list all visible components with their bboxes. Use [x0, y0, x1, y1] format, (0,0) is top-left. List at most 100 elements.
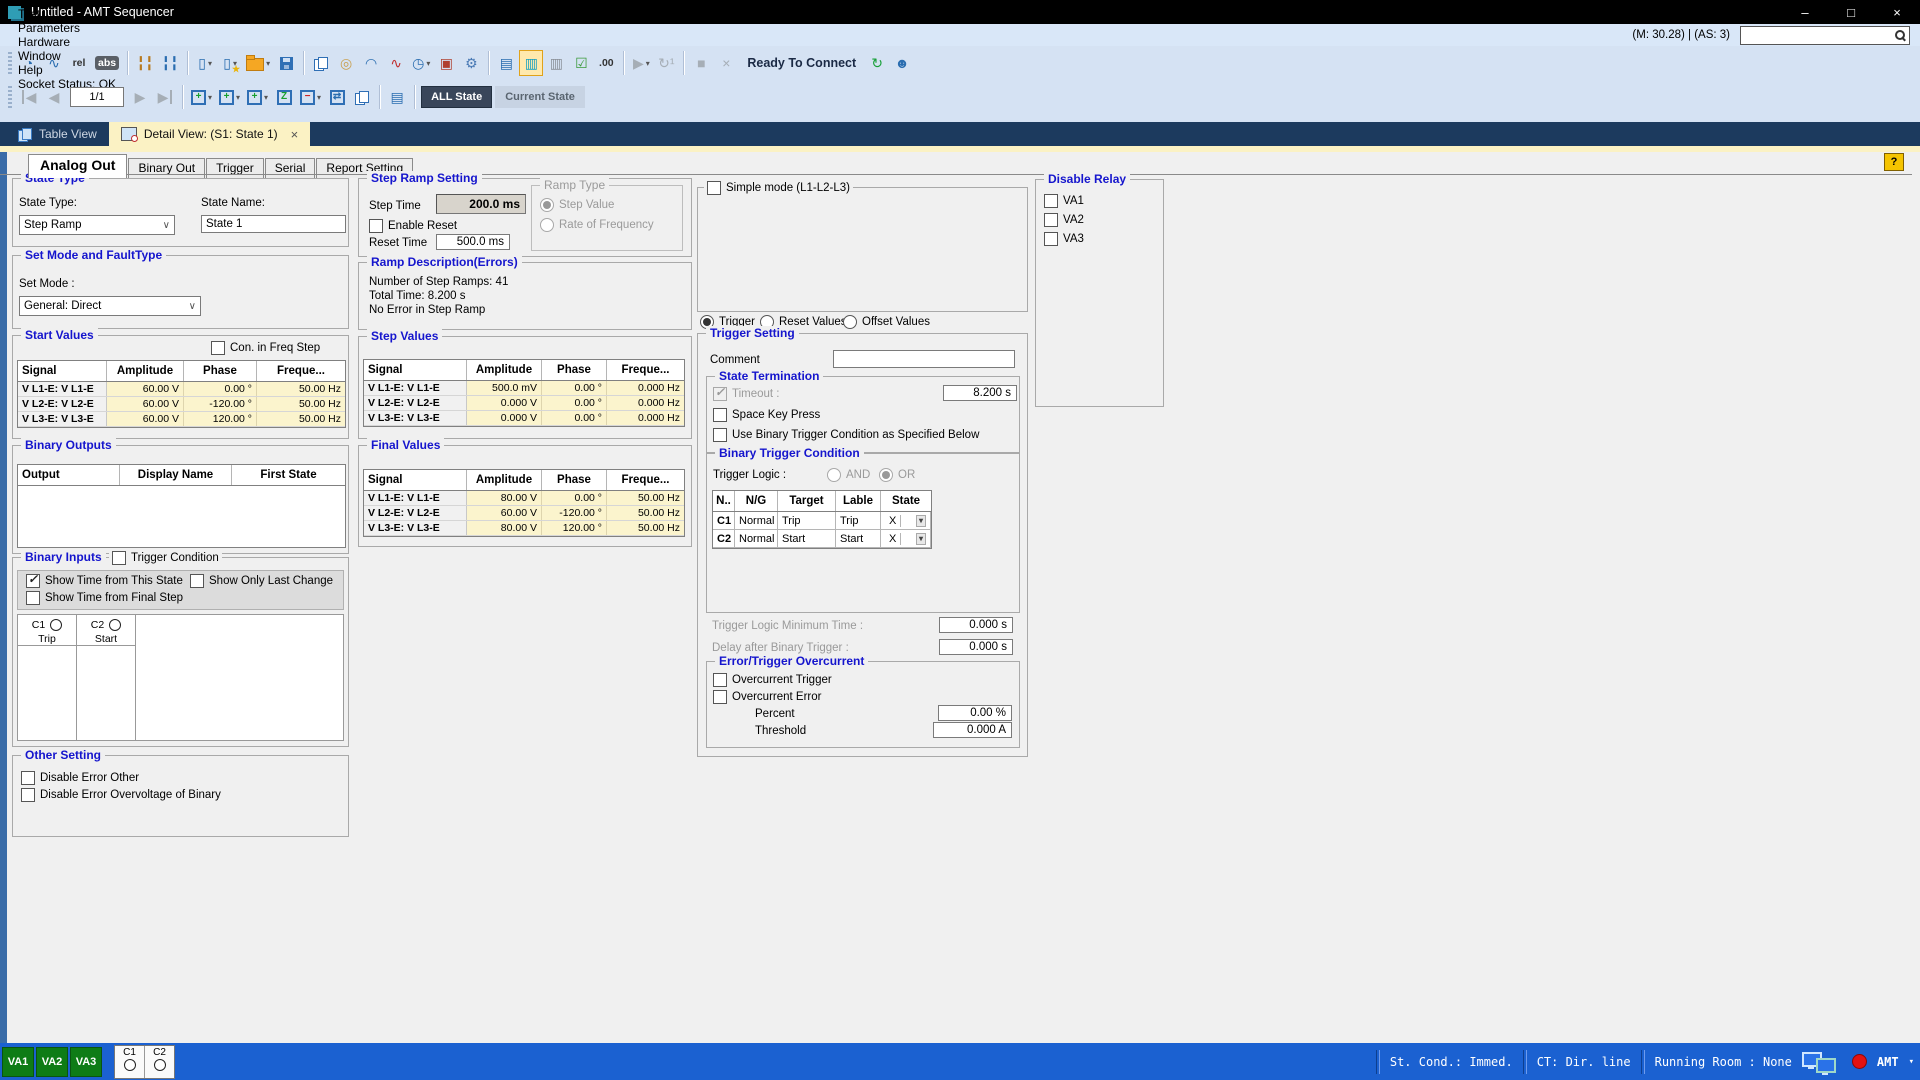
overcurrent-error-checkbox[interactable]: Overcurrent Error — [713, 690, 821, 704]
table-row[interactable]: V L2-E: V L2-E0.000 V0.00 °0.000 Hz — [364, 396, 684, 411]
state-name-input[interactable]: State 1 — [201, 215, 346, 233]
tab-binary-out[interactable]: Binary Out — [128, 158, 205, 178]
and-radio[interactable]: AND — [827, 468, 870, 482]
close-button[interactable]: × — [1874, 0, 1920, 24]
space-key-press-checkbox[interactable]: Space Key Press — [713, 408, 820, 422]
tab-analog-out[interactable]: Analog Out — [28, 154, 127, 178]
table-row[interactable]: V L1-E: V L1-E60.00 V0.00 °50.00 Hz — [18, 382, 345, 397]
abort-icon[interactable]: × — [714, 50, 738, 76]
table-row[interactable]: V L2-E: V L2-E60.00 V-120.00 °50.00 Hz — [364, 506, 684, 521]
state-type-select[interactable]: Step Ramp ∨ — [19, 215, 175, 235]
menu-item[interactable]: Parameters — [8, 21, 126, 35]
menu-item[interactable]: Test — [8, 7, 126, 21]
disable-error-overvoltage-checkbox[interactable]: Disable Error Overvoltage of Binary — [21, 788, 221, 802]
rel-button[interactable]: rel — [67, 50, 91, 76]
comment-input[interactable] — [833, 350, 1015, 368]
binary-input-channel[interactable]: C1 Trip — [18, 615, 77, 740]
menu-item[interactable]: Hardware — [8, 35, 126, 49]
timeout-field[interactable]: 8.200 s — [943, 385, 1017, 401]
check-window-icon[interactable]: ☑ — [569, 50, 593, 76]
copy-state-icon[interactable] — [350, 84, 374, 110]
search-icon[interactable] — [1894, 29, 1907, 42]
amt-status-label[interactable]: AMT — [1877, 1055, 1899, 1069]
hook-icon[interactable]: ◠ — [359, 50, 383, 76]
report-window-icon[interactable]: ▥ — [544, 50, 568, 76]
insert-state-after-icon[interactable]: +▾ — [244, 84, 271, 110]
menu-item[interactable]: View — [8, 0, 126, 7]
page-indicator[interactable]: 1/1 — [70, 87, 124, 107]
new-file-icon[interactable]: ▯▾ — [193, 50, 217, 76]
insert-state-before-icon[interactable]: +▾ — [216, 84, 243, 110]
analog-wave-icon[interactable]: ∿ — [42, 50, 66, 76]
con-in-freq-checkbox[interactable]: Con. in Freq Step — [211, 341, 320, 355]
open-file-icon[interactable]: ▾ — [243, 50, 273, 76]
trigger-condition-row[interactable]: C1NormalTripTrip X▾ — [713, 512, 931, 530]
va-status-box[interactable]: VA2 — [36, 1047, 68, 1077]
stop-icon[interactable]: ■ — [689, 50, 713, 76]
reset-time-field[interactable]: 500.0 ms — [436, 234, 510, 250]
tape-icon[interactable]: ◎ — [334, 50, 358, 76]
abs-button[interactable]: abs — [92, 50, 122, 76]
set-mode-select[interactable]: General: Direct ∨ — [19, 296, 201, 316]
min-time-field[interactable]: 0.000 s — [939, 617, 1013, 633]
table-row[interactable]: V L2-E: V L2-E60.00 V-120.00 °50.00 Hz — [18, 397, 345, 412]
delay-field[interactable]: 0.000 s — [939, 639, 1013, 655]
use-binary-trigger-checkbox[interactable]: Use Binary Trigger Condition as Specifie… — [713, 428, 979, 442]
show-time-this-state-checkbox[interactable]: Show Time from This State — [26, 574, 183, 588]
fader-icon[interactable]: ╏╏ — [133, 50, 157, 76]
delete-state-icon[interactable]: −▾ — [297, 84, 324, 110]
disable-relay-checkbox[interactable]: VA3 — [1044, 232, 1084, 246]
move-state-icon[interactable]: ⇄ — [325, 84, 349, 110]
step-time-field[interactable]: 200.0 ms — [436, 194, 526, 214]
decimal-format-icon[interactable]: .00 — [594, 50, 618, 76]
amt-dropdown-icon[interactable]: ▾ — [1909, 1057, 1914, 1067]
table-row[interactable]: V L1-E: V L1-E500.0 mV0.00 °0.000 Hz — [364, 381, 684, 396]
tab-serial[interactable]: Serial — [265, 158, 316, 178]
timeout-checkbox[interactable]: Timeout : — [713, 387, 780, 401]
percent-field[interactable]: 0.00 % — [938, 705, 1012, 721]
step-value-radio[interactable]: Step Value — [540, 198, 614, 212]
rate-of-frequency-radio[interactable]: Rate of Frequency — [540, 218, 654, 232]
enable-reset-checkbox[interactable]: Enable Reset — [369, 219, 457, 233]
table-row[interactable]: V L1-E: V L1-E80.00 V0.00 °50.00 Hz — [364, 491, 684, 506]
save-icon[interactable] — [274, 50, 298, 76]
table-row[interactable]: V L3-E: V L3-E80.00 V120.00 °50.00 Hz — [364, 521, 684, 536]
table-row[interactable]: V L3-E: V L3-E0.000 V0.00 °0.000 Hz — [364, 411, 684, 426]
trigger-condition-row[interactable]: C2NormalStartStart X▾ — [713, 530, 931, 548]
gears-icon[interactable]: ⚙ — [459, 50, 483, 76]
table-row[interactable]: V L3-E: V L3-E60.00 V120.00 °50.00 Hz — [18, 412, 345, 427]
search-input[interactable] — [1741, 29, 1894, 42]
detail-view-icon[interactable]: ▣ — [434, 50, 458, 76]
panel-view-icon[interactable]: ▤ — [385, 84, 409, 110]
new-wizard-icon[interactable]: ▯★▾ — [218, 50, 242, 76]
tab-table-view[interactable]: Table View — [6, 122, 109, 146]
loop-once-icon[interactable]: ↻¹ — [654, 50, 678, 76]
disable-error-other-checkbox[interactable]: Disable Error Other — [21, 771, 139, 785]
show-only-last-change-checkbox[interactable]: Show Only Last Change — [190, 574, 333, 588]
trigger-condition-checkbox[interactable]: Trigger Condition — [109, 551, 222, 565]
add-state-icon[interactable]: +▾ — [188, 84, 215, 110]
copy-icon[interactable] — [309, 50, 333, 76]
threshold-field[interactable]: 0.000 A — [933, 722, 1012, 738]
tab-detail-view[interactable]: Detail View: (S1: State 1) × — [109, 122, 310, 146]
tab-trigger[interactable]: Trigger — [206, 158, 264, 178]
maximize-button[interactable]: □ — [1828, 0, 1874, 24]
first-state-icon[interactable]: ◀ — [17, 84, 41, 110]
phasor-clock-icon[interactable]: ◷▾ — [409, 50, 433, 76]
table-window-icon[interactable]: ▤ — [494, 50, 518, 76]
channel-status-cell[interactable]: C1 — [115, 1046, 145, 1078]
disable-relay-checkbox[interactable]: VA2 — [1044, 213, 1084, 227]
next-state-icon[interactable]: ▶ — [128, 84, 152, 110]
run-icon[interactable]: ▶▾ — [629, 50, 653, 76]
minimize-button[interactable]: – — [1782, 0, 1828, 24]
or-radio[interactable]: OR — [879, 468, 915, 482]
last-state-icon[interactable]: ▶ — [153, 84, 177, 110]
va-status-box[interactable]: VA1 — [2, 1047, 34, 1077]
state-dropdown-icon[interactable]: ▾ — [916, 533, 926, 545]
overcurrent-trigger-checkbox[interactable]: Overcurrent Trigger — [713, 673, 832, 687]
tab-close-icon[interactable]: × — [291, 127, 299, 142]
wave-compare-icon[interactable]: ∿ — [384, 50, 408, 76]
offset-values-mode-radio[interactable]: Offset Values — [843, 315, 930, 329]
detail-window-icon[interactable]: ▥ — [519, 50, 543, 76]
goto-state-icon[interactable]: Z — [272, 84, 296, 110]
